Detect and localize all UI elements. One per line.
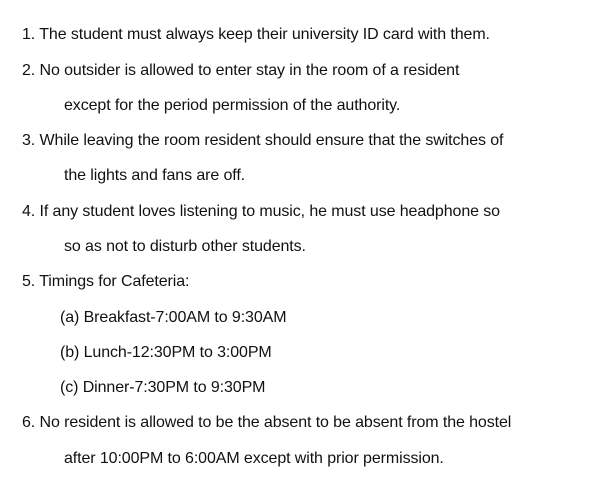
- rule-6-line: 6. No resident is allowed to be the abse…: [22, 413, 511, 433]
- rule-4-number: 4.: [22, 203, 36, 220]
- rules-document: 1. The student must always keep their un…: [0, 0, 591, 488]
- cafeteria-dinner-timing: (c) Dinner-7:30PM to 9:30PM: [60, 379, 266, 396]
- rule-5-line: 5. Timings for Cafeteria:: [22, 272, 189, 292]
- rule-5-number: 5.: [22, 273, 36, 290]
- rule-3-line: 3. While leaving the room resident shoul…: [22, 131, 504, 151]
- rule-2-text: No outsider is allowed to enter stay in …: [39, 62, 460, 79]
- rule-6-number: 6.: [22, 414, 36, 431]
- rule-1-line: 1. The student must always keep their un…: [22, 25, 490, 45]
- rule-1-text: The student must always keep their unive…: [39, 26, 490, 43]
- rule-3-number: 3.: [22, 132, 36, 149]
- rule-1-number: 1.: [22, 26, 36, 43]
- rule-3-text: While leaving the room resident should e…: [39, 132, 504, 149]
- rule-5-text: Timings for Cafeteria:: [39, 273, 190, 290]
- rule-4-line: 4. If any student loves listening to mus…: [22, 202, 500, 222]
- rule-4-continuation: so as not to disturb other students.: [64, 238, 306, 255]
- cafeteria-lunch-timing: (b) Lunch-12:30PM to 3:00PM: [60, 344, 272, 361]
- rule-2-line: 2. No outsider is allowed to enter stay …: [22, 61, 459, 81]
- rule-2-number: 2.: [22, 62, 36, 79]
- rule-2-continuation: except for the period permission of the …: [64, 97, 401, 114]
- rule-6-continuation: after 10:00PM to 6:00AM except with prio…: [64, 450, 444, 467]
- rule-6-text: No resident is allowed to be the absent …: [39, 414, 512, 431]
- cafeteria-breakfast-timing: (a) Breakfast-7:00AM to 9:30AM: [60, 309, 287, 326]
- rule-3-continuation: the lights and fans are off.: [64, 167, 246, 184]
- rule-4-text: If any student loves listening to music,…: [39, 203, 501, 220]
